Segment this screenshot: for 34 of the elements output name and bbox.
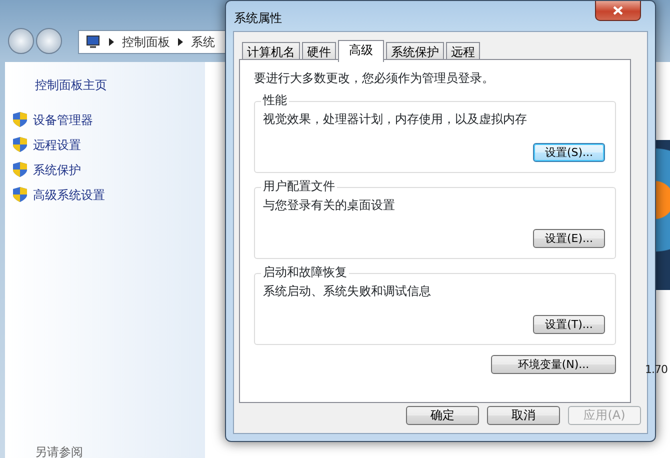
- sidebar-link[interactable]: 高级系统设置: [5, 182, 205, 207]
- group-title: 启动和故障恢复: [261, 265, 349, 279]
- chevron-icon: [109, 38, 114, 46]
- shield-icon: [13, 112, 27, 127]
- see-also-heading: 另请参阅: [35, 446, 83, 458]
- settings-button[interactable]: 设置(T)...: [533, 315, 605, 334]
- sidebar-link[interactable]: 远程设置: [5, 132, 205, 157]
- dialog-button[interactable]: 取消: [487, 406, 560, 425]
- dialog-button[interactable]: 确定: [406, 406, 479, 425]
- group-title: 用户配置文件: [261, 179, 337, 193]
- sidebar-link[interactable]: 系统保护: [5, 157, 205, 182]
- settings-button[interactable]: 设置(E)...: [533, 229, 605, 248]
- environment-variables-button[interactable]: 环境变量(N)...: [491, 355, 616, 374]
- breadcrumb-item[interactable]: 系统: [191, 33, 215, 51]
- breadcrumb-item[interactable]: 控制面板: [122, 33, 170, 51]
- group-description: 系统启动、系统失败和调试信息: [263, 283, 431, 300]
- shield-icon: [13, 162, 27, 177]
- shield-icon: [13, 187, 27, 202]
- close-button[interactable]: [595, 1, 641, 21]
- close-icon: [613, 6, 623, 15]
- chevron-icon: [178, 38, 183, 46]
- settings-button[interactable]: 设置(S)...: [533, 143, 605, 162]
- notice-text: 要进行大多数更改，您必须作为管理员登录。: [254, 70, 495, 87]
- sidebar-link[interactable]: 控制面板主页: [5, 62, 205, 107]
- tab[interactable]: 高级: [338, 40, 384, 62]
- group-title: 性能: [261, 93, 289, 107]
- group-description: 视觉效果，处理器计划，内存使用，以及虚拟内存: [263, 111, 527, 128]
- forward-button[interactable]: [36, 28, 62, 54]
- computer-icon: [85, 35, 101, 49]
- group-description: 与您登录有关的桌面设置: [263, 197, 395, 214]
- window-title: 系统属性: [234, 10, 282, 27]
- back-button[interactable]: [8, 28, 34, 54]
- shield-icon: [13, 137, 27, 152]
- sidebar-link[interactable]: 设备管理器: [5, 107, 205, 132]
